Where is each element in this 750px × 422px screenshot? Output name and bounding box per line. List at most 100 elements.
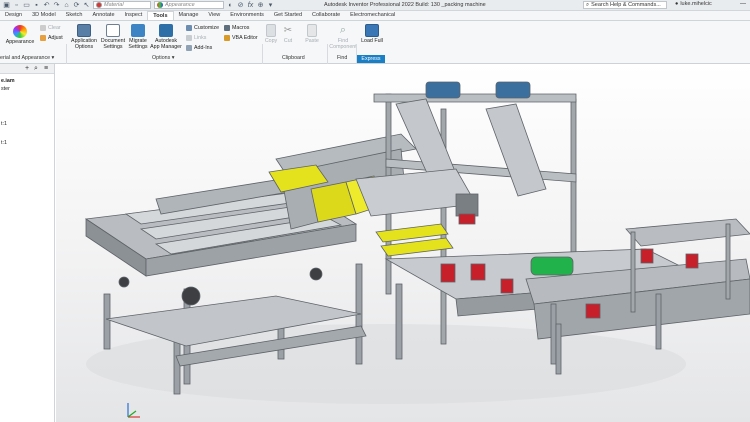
undo-icon[interactable]: ↶ xyxy=(43,2,50,9)
add-browser-icon[interactable]: + xyxy=(25,65,29,72)
vba-editor-button[interactable]: VBA Editor xyxy=(224,35,258,41)
tab-electromechanical[interactable]: Electromechanical xyxy=(345,11,400,20)
clear-button[interactable]: Clear xyxy=(40,25,61,31)
document-settings-icon xyxy=(106,24,120,37)
copy-label: Copy xyxy=(264,38,278,44)
load-full-button[interactable]: Load Full xyxy=(358,24,386,44)
paste-button[interactable]: Paste xyxy=(304,24,320,44)
customize-label: Customize xyxy=(194,25,220,31)
search-placeholder: Search Help & Commands... xyxy=(591,2,661,8)
ribbon-tabs: Design 3D Model Sketch Annotate Inspect … xyxy=(0,11,750,21)
paste-icon xyxy=(307,24,317,37)
document-settings-label-2: Settings xyxy=(103,44,123,50)
macros-button[interactable]: Macros xyxy=(224,25,249,31)
browser-item-assembly[interactable]: e.iam xyxy=(1,78,15,84)
tab-sketch[interactable]: Sketch xyxy=(61,11,88,20)
tab-view[interactable]: View xyxy=(203,11,225,20)
user-name: luke.mihelcic xyxy=(680,1,712,7)
tab-design[interactable]: Design xyxy=(0,11,27,20)
material-combo-label: Material xyxy=(104,2,124,8)
measure-icon[interactable]: ⊕ xyxy=(257,2,264,9)
appearance-combo[interactable]: Appearance xyxy=(154,1,224,9)
adjust-label: Adjust xyxy=(48,35,63,41)
user-icon: ● xyxy=(675,1,679,7)
panel-label-options[interactable]: Options ▾ xyxy=(152,55,174,61)
packing-machine-model[interactable] xyxy=(56,64,750,422)
browser-header: + ⌕ ≡ xyxy=(0,64,54,74)
adjust-button[interactable]: Adjust xyxy=(40,35,63,41)
select-icon[interactable]: ↖ xyxy=(83,2,90,9)
browser-item-part-2[interactable]: t:1 xyxy=(1,140,7,146)
browser-item-part-1[interactable]: t:1 xyxy=(1,121,7,127)
app-manager-button[interactable]: Autodesk App Manager xyxy=(149,24,183,50)
model-browser: + ⌕ ≡ e.iam ster t:1 t:1 xyxy=(0,64,55,422)
fx-icon[interactable]: fx xyxy=(247,2,254,9)
appearance-icon xyxy=(157,2,163,8)
copy-button[interactable]: Copy xyxy=(264,24,278,44)
window-controls[interactable]: — xyxy=(740,1,746,7)
open-icon[interactable]: ▭ xyxy=(23,2,30,9)
macros-icon xyxy=(224,25,230,31)
inventor-window: ▣ ▫ ▭ ▪ ↶ ↷ ⌂ ⟳ ↖ Material Appearance ◐ … xyxy=(0,0,750,422)
user-account[interactable]: ● luke.mihelcic xyxy=(675,1,712,7)
load-full-icon xyxy=(365,24,379,37)
app-manager-icon xyxy=(159,24,173,37)
browser-menu-icon[interactable]: ≡ xyxy=(44,65,48,72)
save-icon[interactable]: ▪ xyxy=(33,2,40,9)
panel-label-find: Find xyxy=(337,55,348,61)
tab-collaborate[interactable]: Collaborate xyxy=(307,11,345,20)
add-ins-icon xyxy=(186,45,192,51)
clear-appearance-icon xyxy=(40,25,46,31)
add-ins-button[interactable]: Add-Ins xyxy=(186,45,212,51)
material-combo[interactable]: Material xyxy=(93,1,151,9)
application-options-icon xyxy=(77,24,91,37)
browser-item-master[interactable]: ster xyxy=(1,86,10,92)
cut-icon: ✂ xyxy=(283,25,293,36)
view-axis-triad-icon xyxy=(127,403,140,418)
tab-get-started[interactable]: Get Started xyxy=(269,11,307,20)
help-search-input[interactable]: ⌕ Search Help & Commands... xyxy=(583,1,667,9)
migrate-settings-label-2: Settings xyxy=(128,44,148,50)
copy-icon xyxy=(266,24,276,37)
browser-search-icon[interactable]: ⌕ xyxy=(34,65,38,73)
appearance-button[interactable]: Appearance xyxy=(5,25,35,45)
links-button[interactable]: Links xyxy=(186,35,206,41)
app-manager-label-2: App Manager xyxy=(150,44,182,50)
links-label: Links xyxy=(194,35,207,41)
application-options-button[interactable]: Application Options xyxy=(69,24,99,50)
home-icon[interactable]: ⌂ xyxy=(63,2,70,9)
search-icon: ⌕ xyxy=(586,1,590,8)
new-file-icon[interactable]: ▫ xyxy=(13,2,20,9)
tab-3d-model[interactable]: 3D Model xyxy=(27,11,61,20)
panel-label-clipboard: Clipboard xyxy=(282,55,305,61)
vba-editor-label: VBA Editor xyxy=(232,35,258,41)
migrate-settings-button[interactable]: Migrate Settings xyxy=(126,24,150,50)
cut-button[interactable]: ✂ Cut xyxy=(281,24,295,44)
tab-manage[interactable]: Manage xyxy=(174,11,204,20)
update-icon[interactable]: ⟳ xyxy=(73,2,80,9)
tab-tools[interactable]: Tools xyxy=(147,11,174,20)
cut-label: Cut xyxy=(283,38,293,44)
customize-button[interactable]: Customize xyxy=(186,25,219,31)
find-component-label-2: Component xyxy=(329,44,357,50)
migrate-settings-icon xyxy=(131,24,145,37)
clear-icon[interactable]: ⊘ xyxy=(237,2,244,9)
find-component-button[interactable]: ⌕ Find Component xyxy=(329,24,357,50)
macros-label: Macros xyxy=(232,25,250,31)
tab-inspect[interactable]: Inspect xyxy=(120,11,148,20)
appearance-combo-label: Appearance xyxy=(165,2,195,8)
redo-icon[interactable]: ↷ xyxy=(53,2,60,9)
customize-qat-icon[interactable]: ▾ xyxy=(267,2,274,9)
adjust-appearance-icon xyxy=(40,35,46,41)
document-settings-button[interactable]: Document Settings xyxy=(99,24,127,50)
adjust-icon[interactable]: ◐ xyxy=(227,2,234,9)
vba-editor-icon xyxy=(224,35,230,41)
app-logo-icon[interactable]: ▣ xyxy=(3,2,10,9)
window-title: Autodesk Inventor Professional 2022 Buil… xyxy=(324,2,486,8)
application-options-label-2: Options xyxy=(74,44,94,50)
tab-environments[interactable]: Environments xyxy=(225,11,269,20)
panel-label-material-appearance[interactable]: erial and Appearance ▾ xyxy=(0,55,54,61)
load-full-label: Load Full xyxy=(361,38,383,44)
tab-annotate[interactable]: Annotate xyxy=(88,11,120,20)
graphics-viewport[interactable] xyxy=(56,64,750,422)
